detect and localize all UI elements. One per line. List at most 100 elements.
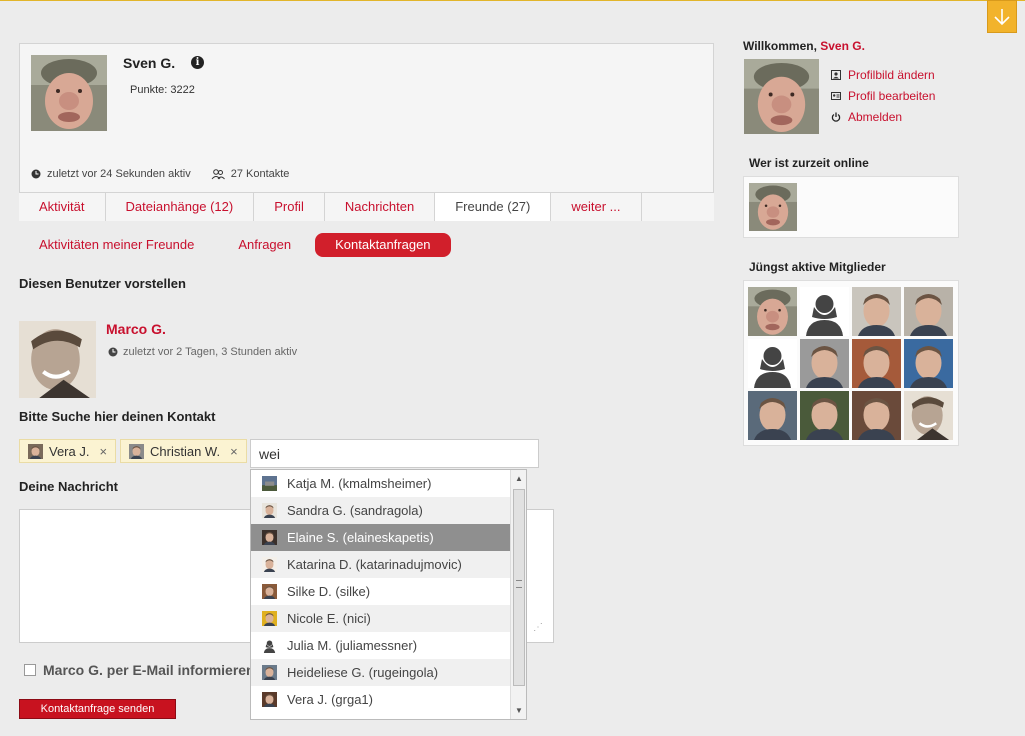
member-avatar[interactable] — [904, 339, 953, 388]
profile-points: Punkte: 3222 — [130, 84, 195, 96]
suggestion-label: Julia M. (juliamessner) — [287, 638, 418, 653]
suggestion-item[interactable]: Vera J. (grga1) — [251, 686, 510, 713]
scroll-down-button[interactable] — [987, 0, 1017, 33]
introduced-user-name[interactable]: Marco G. — [106, 321, 166, 337]
contact-search-input[interactable] — [250, 439, 539, 468]
member-avatar[interactable] — [800, 391, 849, 440]
send-contact-request-button[interactable]: Kontaktanfrage senden — [19, 699, 176, 719]
suggestion-label: Katja M. (kmalmsheimer) — [287, 476, 432, 491]
member-avatar[interactable] — [748, 339, 797, 388]
contact-avatar — [28, 444, 43, 459]
clock-icon — [31, 169, 41, 179]
info-icon[interactable]: i — [191, 56, 204, 69]
member-avatar[interactable] — [800, 287, 849, 336]
tab-friends[interactable]: Freunde (27) — [435, 193, 552, 221]
member-avatar[interactable] — [904, 391, 953, 440]
suggestion-item[interactable]: Silke D. (silke) — [251, 578, 510, 605]
recent-members-box — [743, 280, 959, 446]
member-avatar[interactable] — [748, 391, 797, 440]
clock-icon — [108, 347, 118, 357]
suggestion-item[interactable]: Heideliese G. (rugeingola) — [251, 659, 510, 686]
edit-profile-label: Profil bearbeiten — [848, 89, 936, 103]
suggestion-avatar — [262, 611, 277, 626]
suggestion-label: Katarina D. (katarinadujmovic) — [287, 557, 462, 572]
remove-token-button[interactable]: × — [230, 444, 238, 459]
introduced-user-status: zuletzt vor 2 Tagen, 3 Stunden aktiv — [108, 346, 297, 358]
selected-contact-token: Christian W. × — [120, 439, 247, 463]
top-accent-line — [0, 0, 1025, 1]
logout-label: Abmelden — [848, 110, 903, 124]
last-active-text: zuletzt vor 24 Sekunden aktiv — [47, 168, 191, 180]
dropdown-scrollbar[interactable]: ▲ ▼ — [510, 470, 526, 719]
profile-name: Sven G. — [123, 55, 176, 71]
suggestion-item[interactable]: Julia M. (juliamessner) — [251, 632, 510, 659]
suggestion-item[interactable]: Nicole E. (nici) — [251, 605, 510, 632]
member-avatar[interactable] — [904, 287, 953, 336]
sidebar-avatar[interactable] — [744, 59, 819, 134]
suggestion-avatar — [262, 530, 277, 545]
online-members-box — [743, 176, 959, 238]
introduced-user-avatar[interactable] — [19, 321, 96, 398]
contacts-text: 27 Kontakte — [230, 168, 290, 180]
member-avatar[interactable] — [852, 287, 901, 336]
tab-profile[interactable]: Profil — [254, 193, 325, 221]
scrollbar-thumb[interactable] — [513, 489, 525, 686]
welcome-line: Willkommen, Sven G. — [743, 39, 865, 53]
suggestion-item[interactable]: Katja M. (kmalmsheimer) — [251, 470, 510, 497]
suggestion-avatar — [262, 665, 277, 680]
member-avatar[interactable] — [852, 391, 901, 440]
scroll-up-arrow-icon[interactable]: ▲ — [511, 472, 526, 486]
profile-tabs: Aktivität Dateianhänge (12) Profil Nachr… — [19, 192, 714, 221]
subtab-friends-activity[interactable]: Aktivitäten meiner Freunde — [19, 233, 214, 257]
suggestion-avatar — [262, 557, 277, 572]
search-heading: Bitte Suche hier deinen Kontakt — [19, 409, 216, 424]
edit-profile-link[interactable]: Profil bearbeiten — [831, 88, 935, 104]
email-notify-checkbox[interactable] — [24, 664, 36, 676]
subtab-requests[interactable]: Anfragen — [218, 233, 311, 257]
profile-stats: zuletzt vor 24 Sekunden aktiv 27 Kontakt… — [31, 168, 289, 180]
subtab-contact-requests[interactable]: Kontaktanfragen — [315, 233, 451, 257]
logout-link[interactable]: Abmelden — [831, 109, 935, 125]
email-notify-label: Marco G. per E-Mail informieren — [43, 662, 255, 678]
tab-messages[interactable]: Nachrichten — [324, 193, 436, 221]
introduce-heading: Diesen Benutzer vorstellen — [19, 276, 186, 291]
portrait-icon — [831, 70, 841, 80]
contacts-icon — [211, 168, 225, 179]
suggestion-item[interactable]: Katarina D. (katarinadujmovic) — [251, 551, 510, 578]
member-avatar[interactable] — [800, 339, 849, 388]
online-member-avatar[interactable] — [749, 183, 797, 231]
introduced-user-status-text: zuletzt vor 2 Tagen, 3 Stunden aktiv — [123, 346, 298, 358]
profile-avatar[interactable] — [31, 55, 107, 131]
welcome-username[interactable]: Sven G. — [820, 39, 865, 53]
arrow-down-icon — [994, 8, 1010, 25]
suggestion-item-highlighted[interactable]: Elaine S. (elaineskapetis) — [251, 524, 510, 551]
suggestion-label: Heideliese G. (rugeingola) — [287, 665, 439, 680]
power-icon — [831, 112, 841, 122]
remove-token-button[interactable]: × — [99, 444, 107, 459]
suggestion-label: Sandra G. (sandragola) — [287, 503, 423, 518]
suggestion-item[interactable]: Sandra G. (sandragola) — [251, 497, 510, 524]
change-photo-link[interactable]: Profilbild ändern — [831, 67, 935, 83]
suggestion-label: Nicole E. (nici) — [287, 611, 371, 626]
suggestion-avatar — [262, 476, 277, 491]
recent-members-grid — [748, 287, 953, 440]
profile-header: Sven G. i Punkte: 3222 zuletzt vor 24 Se… — [19, 43, 714, 221]
scroll-down-arrow-icon[interactable]: ▼ — [511, 704, 526, 718]
email-notify-option[interactable]: Marco G. per E-Mail informieren — [24, 662, 255, 678]
suggestion-label: Silke D. (silke) — [287, 584, 371, 599]
contact-suggestions-dropdown: Katja M. (kmalmsheimer) Sandra G. (sandr… — [250, 469, 527, 720]
tab-activity[interactable]: Aktivität — [19, 193, 106, 221]
tab-attachments[interactable]: Dateianhänge (12) — [105, 193, 255, 221]
resize-handle[interactable]: ⋰ — [533, 622, 543, 633]
member-avatar[interactable] — [852, 339, 901, 388]
suggestion-avatar — [262, 638, 277, 653]
tab-more[interactable]: weiter ... — [551, 193, 642, 221]
contacts-stat[interactable]: 27 Kontakte — [211, 168, 290, 180]
friends-subtabs: Aktivitäten meiner Freunde Anfragen Kont… — [19, 233, 451, 257]
token-label: Christian W. — [150, 443, 221, 459]
token-label: Vera J. — [49, 443, 90, 459]
welcome-prefix: Willkommen, — [743, 39, 817, 53]
id-card-icon — [831, 91, 841, 101]
member-avatar[interactable] — [748, 287, 797, 336]
suggestion-avatar — [262, 584, 277, 599]
